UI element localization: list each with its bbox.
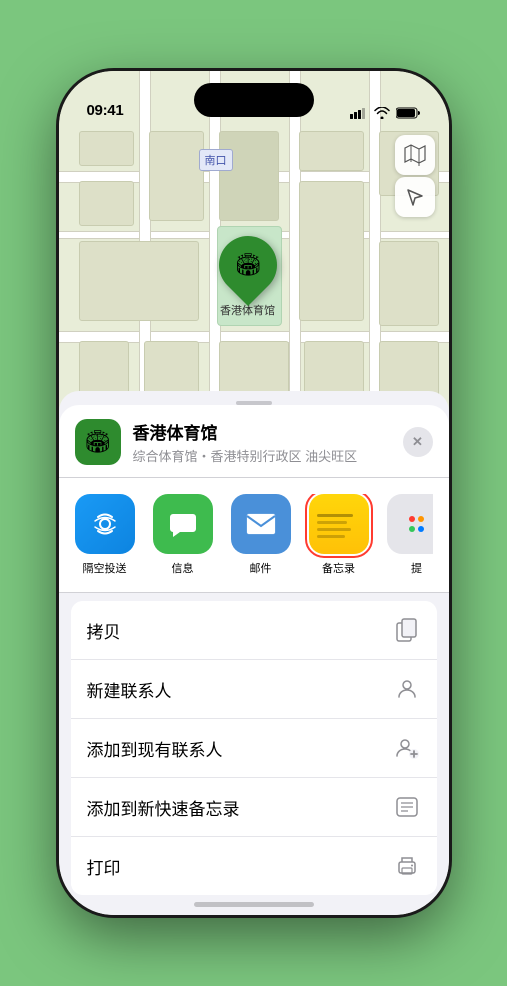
action-copy[interactable]: 拷贝 xyxy=(71,601,437,660)
airdrop-icon xyxy=(91,510,119,538)
notes-label: 备忘录 xyxy=(322,560,355,576)
home-indicator xyxy=(194,902,314,907)
phone-frame: 09:41 xyxy=(59,71,449,915)
share-item-airdrop[interactable]: 隔空投送 xyxy=(75,494,135,576)
more-label: 提 xyxy=(411,560,422,576)
location-pin: 🏟 香港体育馆 xyxy=(219,236,277,318)
print-icon xyxy=(393,852,421,880)
pin-bubble: 🏟 xyxy=(206,224,288,306)
location-info: 香港体育馆 综合体育馆・香港特别行政区 油尖旺区 xyxy=(133,419,391,465)
action-list: 拷贝 新建联系人 xyxy=(71,601,437,895)
share-items-list: 隔空投送 信息 xyxy=(75,494,433,576)
add-contact-label: 添加到现有联系人 xyxy=(87,736,223,761)
action-print[interactable]: 打印 xyxy=(71,837,437,895)
mail-icon xyxy=(246,513,276,535)
phone-screen: 09:41 xyxy=(59,71,449,915)
share-item-messages[interactable]: 信息 xyxy=(153,494,213,576)
messages-label: 信息 xyxy=(172,560,194,576)
location-venue-icon: 🏟 xyxy=(75,419,121,465)
action-quick-note[interactable]: 添加到新快速备忘录 xyxy=(71,778,437,837)
print-label: 打印 xyxy=(87,854,121,879)
quick-note-icon xyxy=(393,793,421,821)
status-time: 09:41 xyxy=(87,102,124,119)
share-row: 隔空投送 信息 xyxy=(59,478,449,593)
share-item-notes[interactable]: 备忘录 xyxy=(309,494,369,576)
notes-icon-wrap xyxy=(309,494,369,554)
add-contact-icon xyxy=(393,734,421,762)
new-contact-label: 新建联系人 xyxy=(87,677,172,702)
action-new-contact[interactable]: 新建联系人 xyxy=(71,660,437,719)
map-icon xyxy=(404,144,426,166)
share-item-more[interactable]: 提 xyxy=(387,494,433,576)
pin-icon: 🏟 xyxy=(234,252,262,278)
mail-icon-wrap xyxy=(231,494,291,554)
share-item-mail[interactable]: 邮件 xyxy=(231,494,291,576)
location-arrow-icon xyxy=(406,188,424,206)
action-add-contact[interactable]: 添加到现有联系人 xyxy=(71,719,437,778)
location-name: 香港体育馆 xyxy=(133,419,391,444)
messages-icon xyxy=(168,509,198,539)
messages-icon-wrap xyxy=(153,494,213,554)
airdrop-label: 隔空投送 xyxy=(83,560,127,576)
status-icons xyxy=(350,107,421,119)
copy-icon xyxy=(393,616,421,644)
location-header: 🏟 香港体育馆 综合体育馆・香港特别行政区 油尖旺区 ✕ xyxy=(59,405,449,478)
bottom-sheet: 🏟 香港体育馆 综合体育馆・香港特别行政区 油尖旺区 ✕ xyxy=(59,391,449,915)
close-button[interactable]: ✕ xyxy=(403,427,433,457)
location-button[interactable] xyxy=(395,177,435,217)
map-type-button[interactable] xyxy=(395,135,435,175)
mail-label: 邮件 xyxy=(250,560,272,576)
wifi-icon xyxy=(374,107,390,119)
location-subtitle: 综合体育馆・香港特别行政区 油尖旺区 xyxy=(133,446,391,465)
copy-label: 拷贝 xyxy=(87,618,121,643)
signal-icon xyxy=(350,107,368,119)
dynamic-island xyxy=(194,83,314,117)
map-label: 南口 xyxy=(199,149,233,171)
airdrop-icon-wrap xyxy=(75,494,135,554)
more-icon-wrap xyxy=(387,494,433,554)
map-controls xyxy=(395,135,435,217)
close-icon: ✕ xyxy=(412,434,423,450)
quick-note-label: 添加到新快速备忘录 xyxy=(87,795,240,820)
battery-icon xyxy=(396,107,421,119)
new-contact-icon xyxy=(393,675,421,703)
